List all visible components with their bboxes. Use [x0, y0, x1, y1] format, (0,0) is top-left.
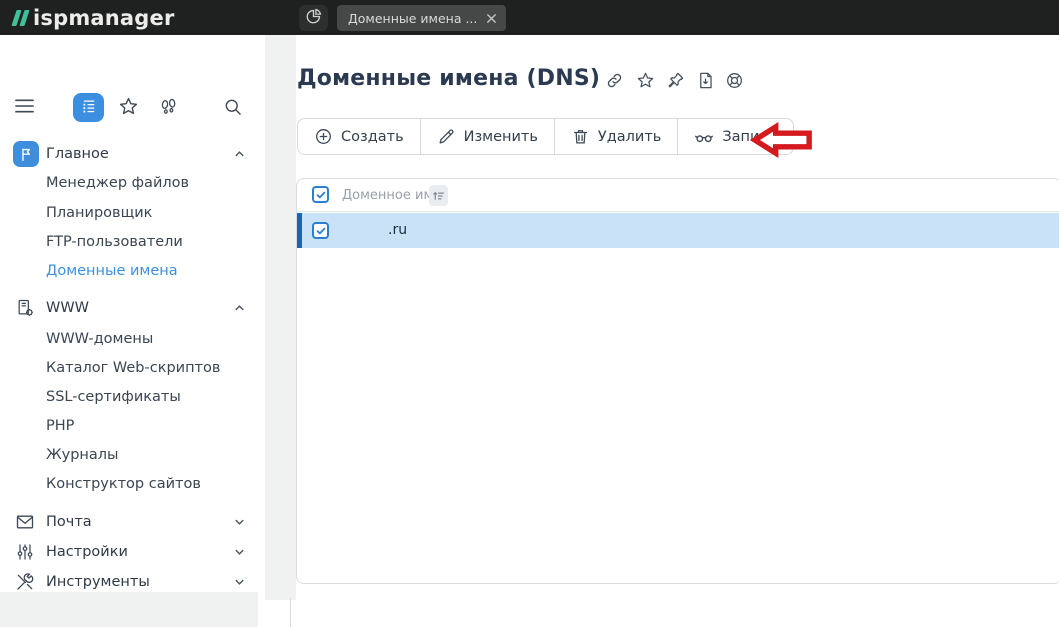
top-bar: ispmanager Доменные имена ... — [0, 0, 1059, 35]
dashboard-button[interactable] — [299, 5, 328, 31]
chevron-up-icon[interactable] — [232, 301, 246, 315]
chevron-down-icon[interactable] — [232, 515, 246, 529]
mail-icon — [14, 511, 36, 533]
item-label: SSL-сертификаты — [46, 389, 181, 405]
annotation-red-arrow-icon — [748, 121, 816, 159]
section-label: Главное — [46, 146, 109, 162]
sidebar-section-www[interactable]: WWW — [0, 294, 265, 322]
item-label: PHP — [46, 418, 74, 434]
bottom-left-panel — [0, 592, 258, 627]
domains-table: Доменное имя .ru — [296, 178, 1059, 584]
sidebar-item-ftp-users[interactable]: FTP-пользователи — [0, 228, 265, 256]
tab-label: Доменные имена ... — [348, 11, 477, 26]
export-icon[interactable] — [696, 71, 715, 90]
section-label: Почта — [46, 514, 92, 530]
chevron-down-icon[interactable] — [232, 545, 246, 559]
row-checkbox[interactable] — [312, 222, 329, 239]
item-label: Конструктор сайтов — [46, 476, 201, 492]
sidebar-section-settings[interactable]: Настройки — [0, 538, 265, 566]
sidebar-item-site-builder[interactable]: Конструктор сайтов — [0, 470, 265, 498]
divider — [290, 598, 291, 627]
select-all-checkbox[interactable] — [312, 186, 329, 203]
list-view-button[interactable] — [73, 93, 104, 122]
item-label: FTP-пользователи — [46, 234, 183, 250]
column-header-domain-name[interactable]: Доменное имя — [342, 188, 441, 203]
sliders-icon — [14, 541, 36, 563]
section-label: WWW — [46, 300, 89, 316]
server-gear-icon — [14, 297, 36, 319]
section-label: Настройки — [46, 544, 128, 560]
sidebar: Главное Менеджер файлов Планировщик FTP-… — [0, 35, 265, 592]
trash-icon — [571, 127, 590, 146]
sidebar-item-domain-names[interactable]: Доменные имена — [0, 257, 265, 285]
action-toolbar: Создать Изменить Удалить — [297, 118, 794, 155]
chevron-up-icon[interactable] — [232, 147, 246, 161]
sidebar-item-file-manager[interactable]: Менеджер файлов — [0, 169, 265, 197]
sidebar-item-logs[interactable]: Журналы — [0, 441, 265, 469]
button-label: Удалить — [598, 129, 661, 145]
create-button[interactable]: Создать — [298, 119, 420, 154]
item-label: Планировщик — [46, 205, 152, 221]
button-label: Создать — [341, 129, 404, 145]
flag-icon — [13, 141, 39, 167]
footprints-icon[interactable] — [158, 97, 179, 118]
logo-slashes-icon — [14, 10, 27, 26]
sidebar-item-php[interactable]: PHP — [0, 412, 265, 440]
list-view-icon — [80, 97, 98, 119]
help-icon[interactable] — [725, 71, 744, 90]
favorites-star-icon[interactable] — [118, 96, 139, 117]
tab-domain-names[interactable]: Доменные имена ... — [337, 5, 506, 31]
button-label: Изменить — [464, 129, 538, 145]
section-label: Инструменты — [46, 574, 150, 590]
pie-chart-icon — [304, 7, 323, 30]
menu-icon[interactable] — [14, 97, 35, 115]
logo-text: ispmanager — [33, 6, 175, 30]
page-title: Доменные имена (DNS) — [297, 66, 600, 91]
item-label: Журналы — [46, 447, 119, 463]
selected-row-accent — [297, 213, 302, 248]
table-header-row: Доменное имя — [297, 179, 1059, 212]
sidebar-section-mail[interactable]: Почта — [0, 508, 265, 536]
plus-circle-icon — [314, 127, 333, 146]
tools-icon — [14, 571, 36, 593]
table-row-domain[interactable]: .ru — [297, 213, 1059, 248]
glasses-icon — [694, 127, 714, 147]
sidebar-section-main[interactable]: Главное — [0, 140, 265, 168]
sidebar-item-www-domains[interactable]: WWW-домены — [0, 325, 265, 353]
delete-button[interactable]: Удалить — [554, 119, 677, 154]
search-icon[interactable] — [223, 97, 243, 117]
item-label: WWW-домены — [46, 331, 153, 347]
star-icon[interactable] — [636, 71, 655, 90]
app-window: ispmanager Доменные имена ... — [0, 0, 1059, 627]
item-label-active: Доменные имена — [46, 263, 178, 279]
close-icon[interactable] — [486, 13, 497, 24]
domain-name-cell: .ru — [388, 222, 407, 238]
item-label: Каталог Web-скриптов — [46, 360, 220, 376]
pencil-icon — [437, 127, 456, 146]
sidebar-item-scheduler[interactable]: Планировщик — [0, 199, 265, 227]
pin-icon[interactable] — [666, 71, 685, 90]
sort-icon[interactable] — [429, 185, 448, 206]
sidebar-item-ssl-certificates[interactable]: SSL-сертификаты — [0, 383, 265, 411]
sidebar-gutter — [265, 35, 296, 600]
edit-button[interactable]: Изменить — [420, 119, 554, 154]
sidebar-item-web-scripts[interactable]: Каталог Web-скриптов — [0, 354, 265, 382]
item-label: Менеджер файлов — [46, 175, 189, 191]
link-icon[interactable] — [605, 71, 624, 90]
chevron-down-icon[interactable] — [232, 575, 246, 589]
ispmanager-logo: ispmanager — [14, 0, 175, 35]
